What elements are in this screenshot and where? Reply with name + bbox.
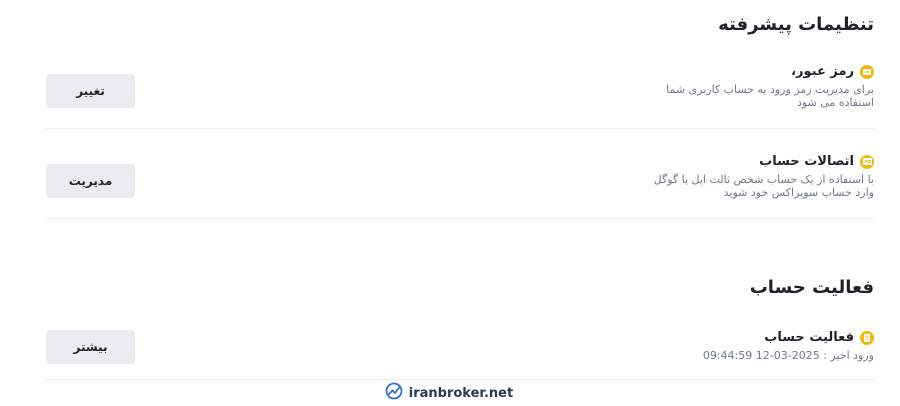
password-title: رمز عبور، [791, 64, 854, 79]
account-link-icon [860, 154, 874, 169]
more-activity-button[interactable]: بیشتر [46, 330, 135, 364]
password-info: رمز عبور، برای مدیریت رمز ورود به حساب ک… [644, 64, 874, 109]
account-activity-row: فعالیت حساب ورود اخیر : 2025-03-12 09:44… [46, 330, 874, 380]
password-row: رمز عبور، برای مدیریت رمز ورود به حساب ک… [46, 64, 874, 129]
account-activity-title: فعالیت حساب [749, 277, 874, 298]
watermark-text: iranbroker.net [408, 385, 514, 401]
account-connections-title: اتصالات حساب [759, 154, 854, 169]
last-login-text: ورود اخیر : 2025-03-12 09:44:59 [702, 349, 874, 362]
password-description: برای مدیریت رمز ورود به حساب کاربری شما … [666, 83, 874, 109]
account-connections-description: با استفاده از یک حساب شخص ثالث اپل یا گو… [653, 173, 874, 199]
activity-icon [860, 330, 874, 345]
account-activity-item-title: فعالیت حساب [764, 330, 854, 345]
trend-logo-icon [385, 382, 403, 404]
account-activity-info: فعالیت حساب ورود اخیر : 2025-03-12 09:44… [703, 330, 874, 362]
password-icon [860, 64, 874, 79]
advanced-settings-title: تنظیمات پیشرفته [718, 14, 874, 35]
watermark: iranbroker.net [378, 380, 520, 406]
manage-connections-button[interactable]: مدیریت [46, 164, 135, 198]
change-password-button[interactable]: تغییر [46, 74, 135, 108]
account-connections-row: اتصالات حساب با استفاده از یک حساب شخص ث… [46, 154, 874, 219]
account-connections-info: اتصالات حساب با استفاده از یک حساب شخص ث… [644, 154, 874, 199]
